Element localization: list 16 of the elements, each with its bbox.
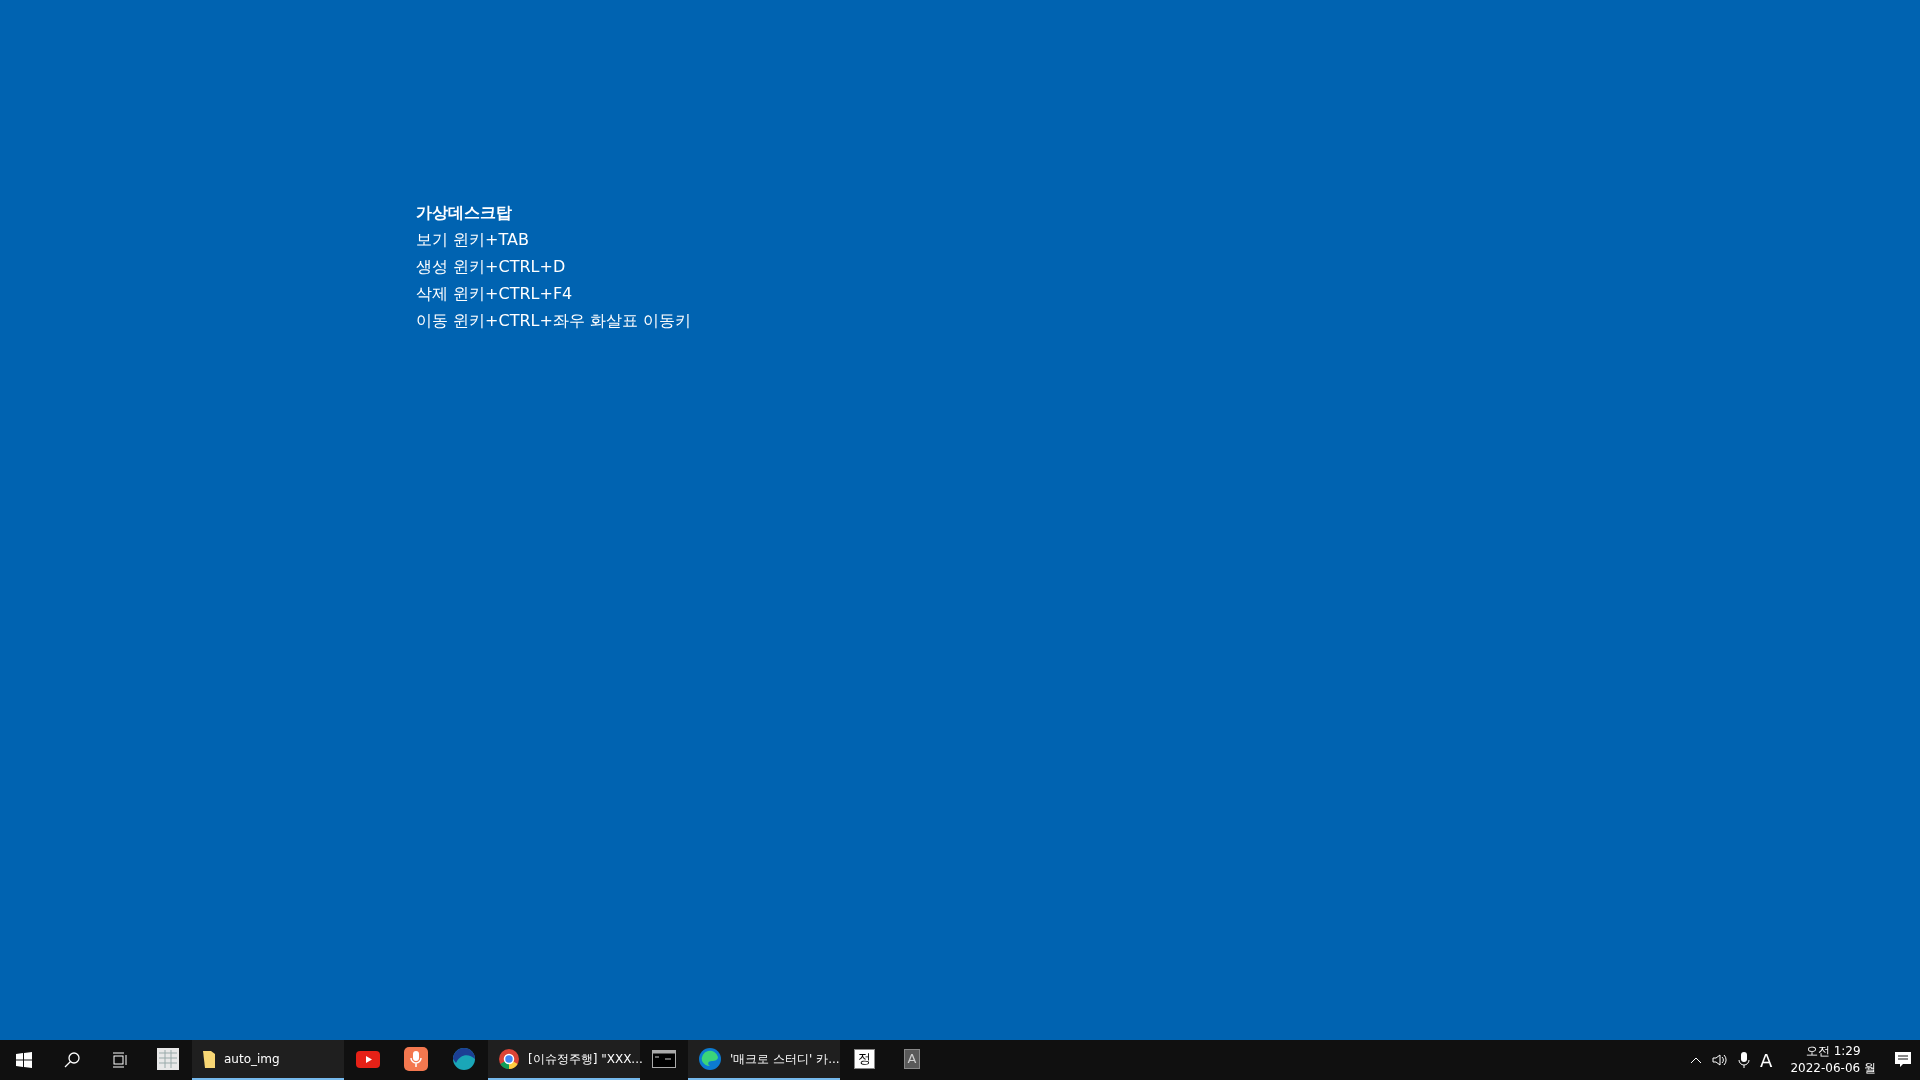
taskbar-app[interactable]: A: [888, 1040, 936, 1080]
shortcut-text: 생성 윈키+CTRL+D: [416, 256, 567, 277]
shortcut-text: 보기 윈키+TAB: [416, 229, 530, 250]
clock[interactable]: 오전 1:29 2022-06-06 월: [1782, 1043, 1884, 1077]
input-indicator[interactable]: A: [1760, 1049, 1773, 1071]
shortcut-text: 이동 윈키+CTRL+좌우 화살표 이동키: [416, 310, 693, 331]
shortcut-text: 삭제 윈키+CTRL+F4: [416, 283, 574, 304]
app-glyph-icon: A: [903, 1049, 921, 1069]
taskbar-app[interactable]: 정: [840, 1040, 888, 1080]
date-text: 2022-06-06 월: [1790, 1060, 1876, 1077]
taskbar-window[interactable]: [이슈정주행] "XXX...: [488, 1040, 640, 1080]
note-title: 가상데스크탑: [416, 202, 513, 223]
taskbar-window[interactable]: auto_img: [192, 1040, 344, 1080]
taskbar-window[interactable]: '매크로 스터디' 카...: [688, 1040, 840, 1080]
time-text: 오전 1:29: [1805, 1043, 1861, 1060]
app-glyph-icon: 정: [853, 1049, 875, 1069]
